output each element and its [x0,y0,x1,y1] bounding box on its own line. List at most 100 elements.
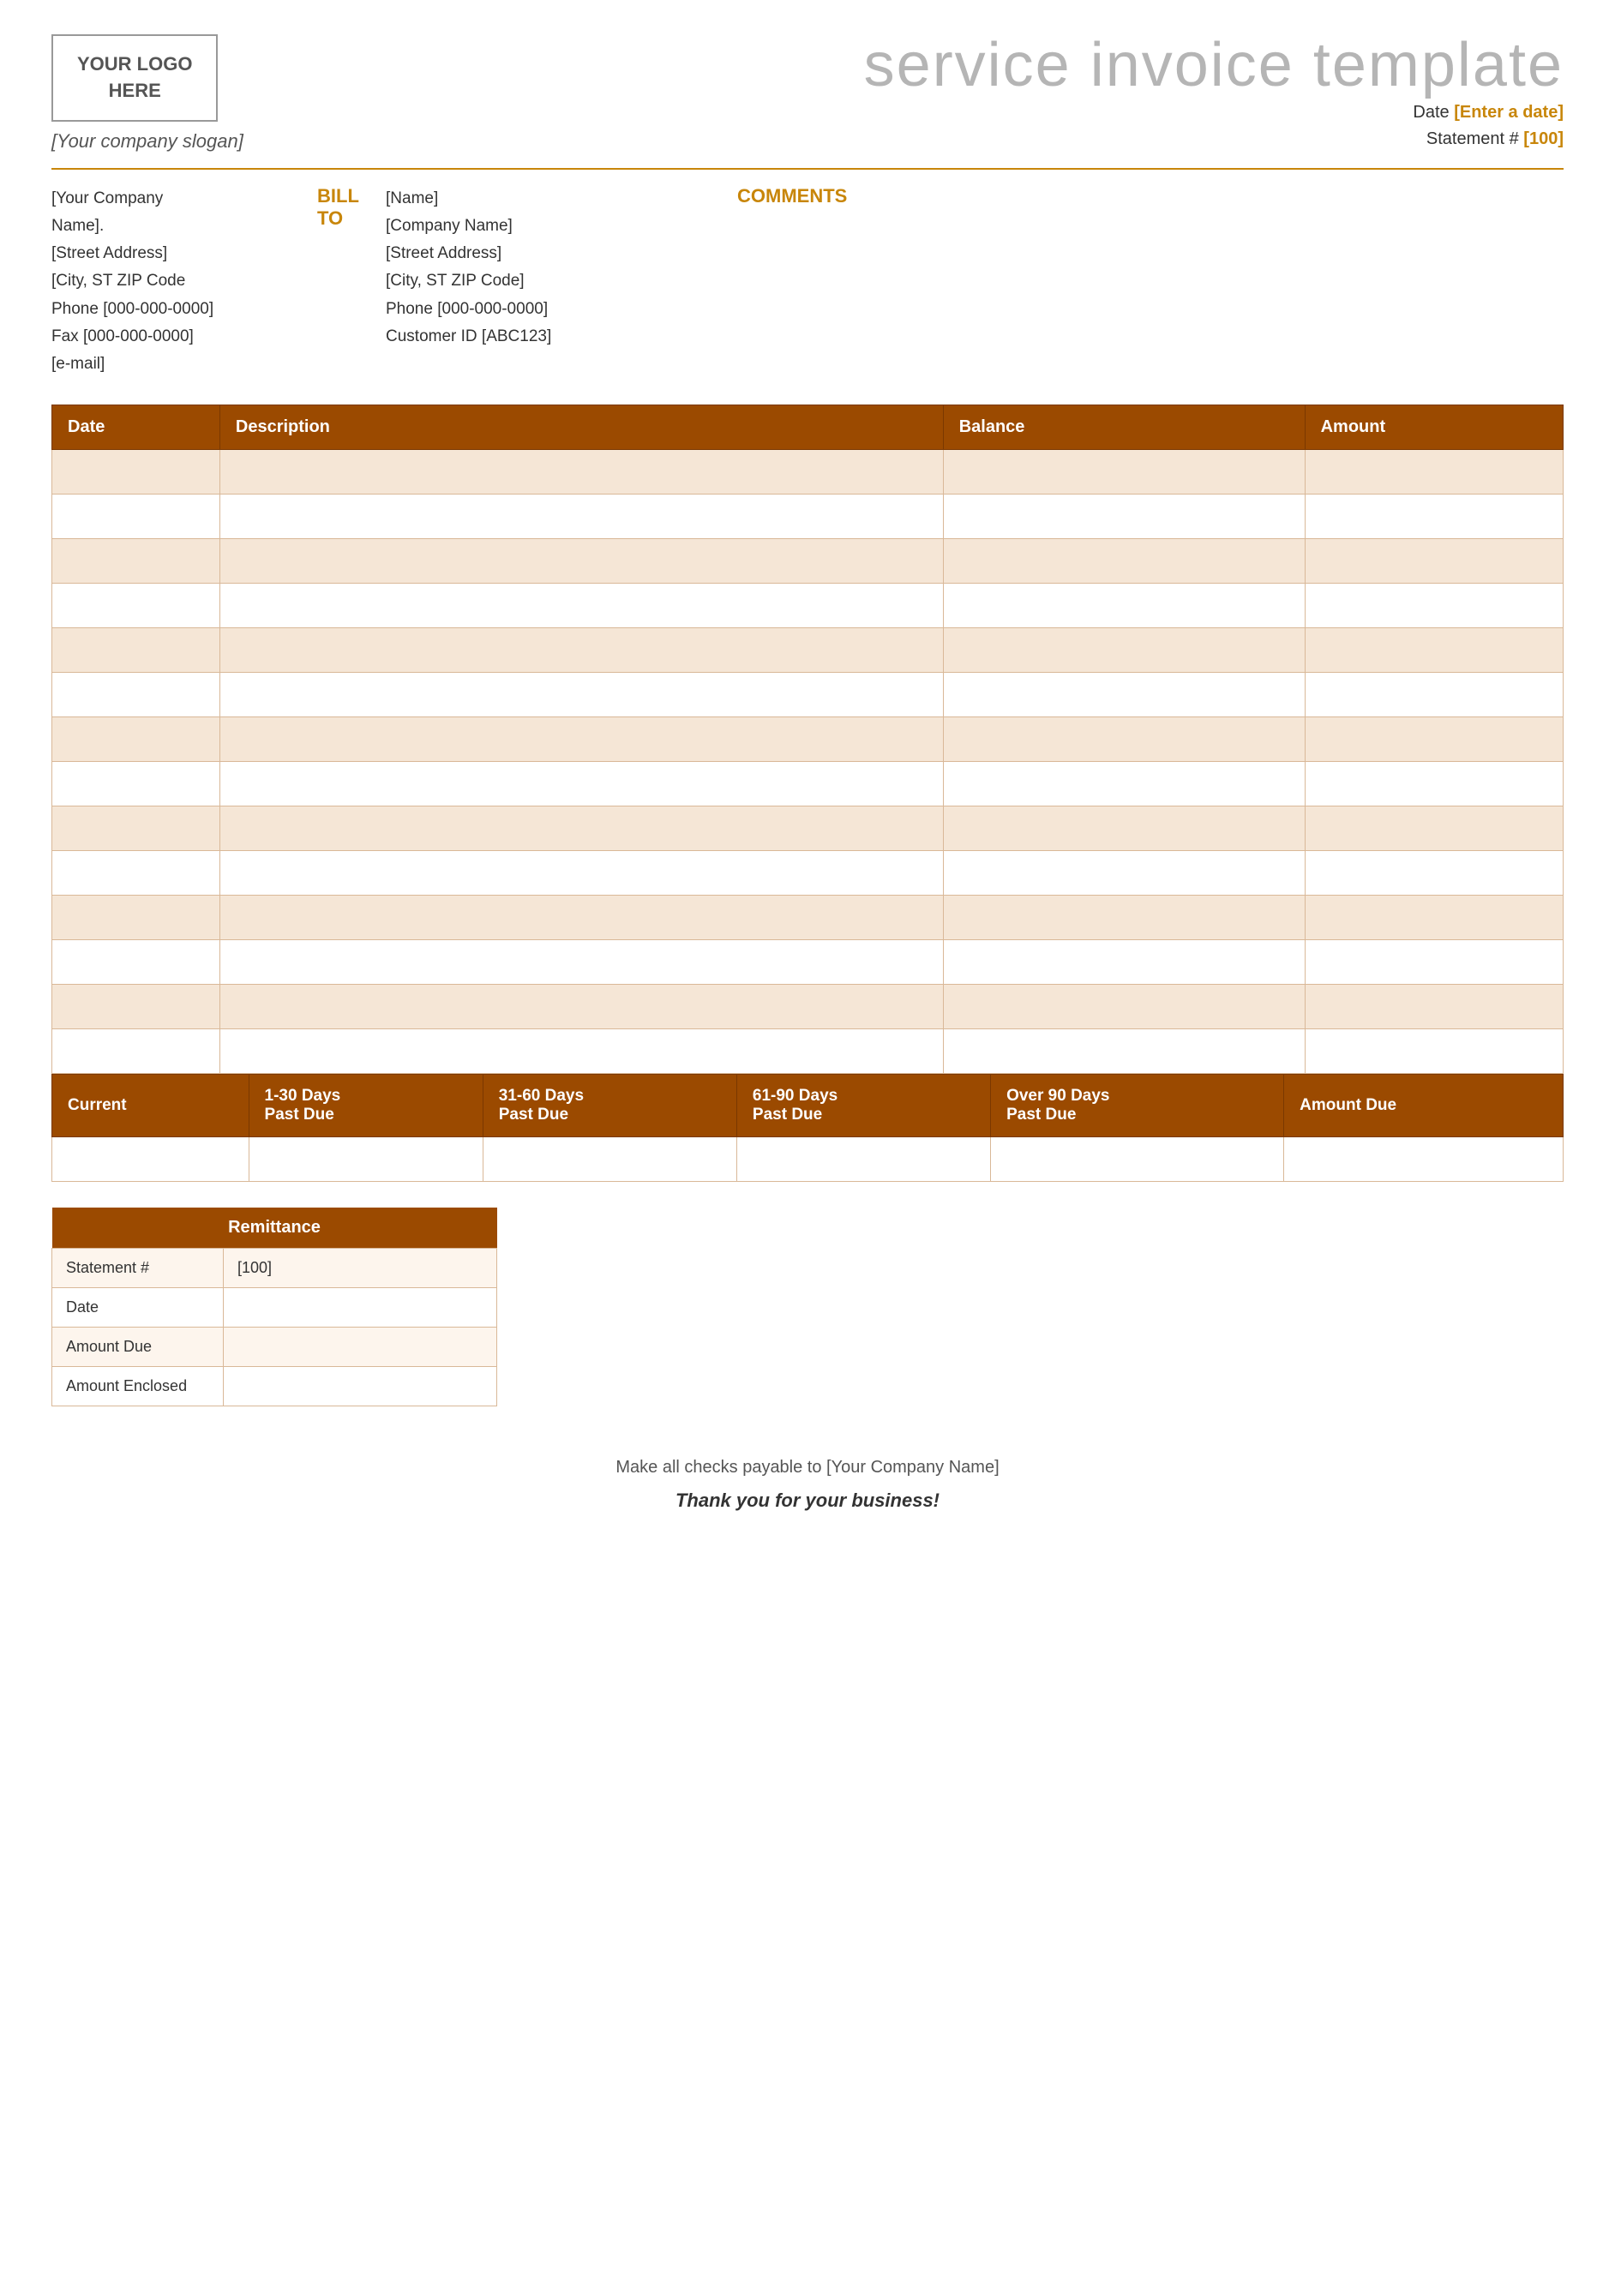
table-cell-2-2 [943,538,1305,583]
table-cell-8-1 [219,806,943,850]
summary-val-1-30 [249,1136,483,1181]
table-cell-9-1 [219,850,943,895]
table-cell-5-2 [943,672,1305,716]
table-cell-2-1 [219,538,943,583]
table-row [52,939,1564,984]
bill-to-name: [Name] [386,185,686,213]
table-cell-7-0 [52,761,220,806]
table-cell-12-3 [1305,984,1563,1028]
remittance-row: Amount Due [52,1327,497,1366]
table-cell-5-0 [52,672,220,716]
table-cell-10-0 [52,895,220,939]
remittance-value-3 [224,1366,497,1406]
remittance-label-0: Statement # [52,1248,224,1287]
table-cell-11-1 [219,939,943,984]
company-slogan: [Your company slogan] [51,130,243,153]
comments-label: COMMENTS [737,185,1564,207]
table-cell-0-1 [219,449,943,494]
footer: Make all checks payable to [Your Company… [51,1458,1564,1512]
table-cell-2-3 [1305,538,1563,583]
table-cell-0-3 [1305,449,1563,494]
footer-thanks: Thank you for your business! [51,1490,1564,1512]
summary-val-amount-due [1284,1136,1564,1181]
table-cell-4-2 [943,627,1305,672]
table-cell-7-3 [1305,761,1563,806]
table-row [52,627,1564,672]
table-cell-10-1 [219,895,943,939]
bill-to-section: BILL TO [291,185,377,379]
company-line5: Phone [000-000-0000] [51,296,291,323]
col-header-balance: Balance [943,405,1305,449]
table-cell-9-0 [52,850,220,895]
table-row [52,716,1564,761]
table-row [52,1028,1564,1073]
company-line3: [Street Address] [51,240,291,267]
table-cell-6-3 [1305,716,1563,761]
remittance-label-1: Date [52,1287,224,1327]
bill-to-company: [Company Name] [386,213,686,240]
remittance-value-2 [224,1327,497,1366]
table-cell-8-2 [943,806,1305,850]
footer-checks: Make all checks payable to [Your Company… [51,1458,1564,1478]
table-cell-9-2 [943,850,1305,895]
summary-values-row [52,1136,1564,1181]
remittance-value-0: [100] [224,1248,497,1287]
company-line7: [e-mail] [51,351,291,378]
summary-col-61-90: 61-90 DaysPast Due [736,1074,990,1136]
summary-val-over90 [991,1136,1284,1181]
header-right: service invoice template Date [Enter a d… [864,34,1564,149]
date-value: [Enter a date] [1454,103,1564,122]
header-date: Date [Enter a date] [864,103,1564,123]
summary-header-row: Current 1-30 DaysPast Due 31-60 DaysPast… [52,1074,1564,1136]
table-cell-3-1 [219,583,943,627]
remittance-row: Amount Enclosed [52,1366,497,1406]
company-line4: [City, ST ZIP Code [51,267,291,295]
table-cell-11-3 [1305,939,1563,984]
table-cell-11-2 [943,939,1305,984]
bill-to-info: [Name] [Company Name] [Street Address] [… [377,185,686,379]
header-divider [51,168,1564,170]
col-header-description: Description [219,405,943,449]
table-cell-3-3 [1305,583,1563,627]
company-line6: Fax [000-000-0000] [51,323,291,351]
remittance-table: Remittance Statement #[100]DateAmount Du… [51,1208,497,1406]
table-cell-1-3 [1305,494,1563,538]
table-cell-10-2 [943,895,1305,939]
table-header-row: Date Description Balance Amount [52,405,1564,449]
table-cell-1-2 [943,494,1305,538]
remittance-title: Remittance [52,1208,497,1249]
table-row [52,449,1564,494]
date-label: Date [1413,103,1449,122]
company-line2: Name]. [51,213,291,240]
table-row [52,761,1564,806]
table-row [52,895,1564,939]
remittance-row: Statement #[100] [52,1248,497,1287]
remittance-label-3: Amount Enclosed [52,1366,224,1406]
summary-table: Current 1-30 DaysPast Due 31-60 DaysPast… [51,1074,1564,1182]
table-row [52,672,1564,716]
statement-value: [100] [1523,129,1564,148]
summary-col-current: Current [52,1074,249,1136]
col-header-amount: Amount [1305,405,1563,449]
table-cell-0-2 [943,449,1305,494]
table-row [52,850,1564,895]
remittance-header-row: Remittance [52,1208,497,1249]
table-cell-12-1 [219,984,943,1028]
table-cell-4-0 [52,627,220,672]
table-cell-10-3 [1305,895,1563,939]
table-cell-5-1 [219,672,943,716]
remittance-section: Remittance Statement #[100]DateAmount Du… [51,1208,497,1406]
table-row [52,806,1564,850]
company-line1: [Your Company [51,185,291,213]
table-cell-4-1 [219,627,943,672]
table-cell-1-0 [52,494,220,538]
table-cell-6-0 [52,716,220,761]
summary-col-over90: Over 90 DaysPast Due [991,1074,1284,1136]
comments-section: COMMENTS [686,185,1564,379]
logo-box: YOUR LOGO HERE [51,34,218,122]
summary-val-61-90 [736,1136,990,1181]
summary-col-amount-due: Amount Due [1284,1074,1564,1136]
bill-to-label: BILL TO [317,185,377,230]
table-cell-3-2 [943,583,1305,627]
table-cell-9-3 [1305,850,1563,895]
